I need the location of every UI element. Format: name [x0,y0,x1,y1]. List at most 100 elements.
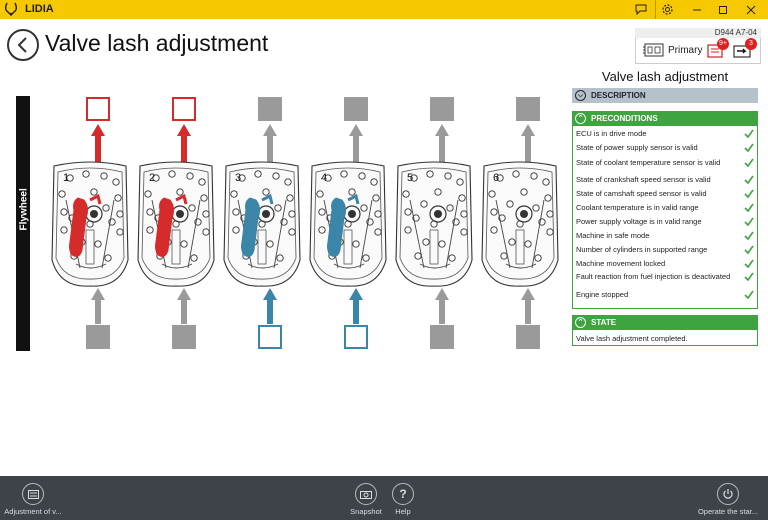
power-icon [717,483,739,505]
chevron-up-icon: ⌃ [575,113,586,124]
help-label: Help [395,507,411,516]
check-icon [744,245,754,255]
cylinder-3-exhaust-indicator [258,97,282,121]
precondition-item: Machine movement locked [576,259,756,269]
title-bar: LIDIA [0,0,768,19]
precondition-text: Power supply voltage is in valid range [576,217,702,226]
cylinder-2-intake-indicator [172,325,196,349]
snapshot-label: Snapshot [350,507,382,516]
close-icon[interactable] [740,0,762,19]
precondition-item: Power supply voltage is in valid range [576,217,756,227]
cylinder-6-exhaust-arrow [521,124,535,162]
precondition-item: Fault reaction from fuel injection is de… [576,272,756,282]
operate-starter-button[interactable]: Operate the star... [692,476,764,520]
minimize-icon[interactable] [686,0,708,19]
cylinder-4-exhaust-arrow [349,124,363,162]
check-icon [744,217,754,227]
warning-count-badge: 3 [745,38,757,50]
panel-title: Valve lash adjustment [601,69,729,84]
precondition-item: Engine stopped [576,290,756,300]
precondition-item: ECU is in drive mode [576,129,756,139]
cylinder-2-exhaust-indicator [172,97,196,121]
chevron-up-icon: ⌃ [575,317,586,328]
app-name: LIDIA [25,3,54,15]
precondition-text: State of coolant temperature sensor is v… [576,158,721,167]
cylinder-2-exhaust-arrow [177,124,191,162]
gear-icon[interactable] [655,0,679,19]
cylinder-4-number: 4 [321,172,328,184]
description-section-header[interactable]: ⌵ DESCRIPTION [572,88,758,103]
cylinder-6-intake-arrow [521,288,535,324]
help-button[interactable]: ? Help [391,476,415,520]
check-icon [744,259,754,269]
cylinder-3-intake-arrow [263,288,277,324]
back-button[interactable] [7,29,39,61]
precondition-text: Fault reaction from fuel injection is de… [576,272,731,281]
fault-count-badge: 9+ [717,38,729,50]
precondition-item: State of camshaft speed sensor is valid [576,189,756,199]
precondition-text: Engine stopped [576,290,629,299]
state-header-label: STATE [591,318,617,327]
cylinder-1-intake-indicator [86,325,110,349]
cylinder-5-intake-indicator [430,325,454,349]
precondition-text: State of crankshaft speed sensor is vali… [576,175,711,184]
cylinder-2-number: 2 [149,172,156,184]
precondition-item: State of crankshaft speed sensor is vali… [576,175,756,185]
maximize-icon[interactable] [712,0,734,19]
cylinder-1-number: 1 [63,172,70,184]
state-section-header[interactable]: ⌃ STATE [572,315,758,330]
cylinder-4-intake-indicator [344,325,368,349]
adjustment-button[interactable]: Adjustment of v... [0,476,66,520]
cylinder-5-head-diagram [395,161,473,287]
precondition-text: Machine movement locked [576,259,666,268]
cylinder-1-intake-arrow [91,288,105,324]
precondition-text: State of power supply sensor is valid [576,143,698,152]
cylinder-6-intake-indicator [516,325,540,349]
preconditions-header-label: PRECONDITIONS [591,114,658,123]
cylinder-3-head-diagram [223,161,301,287]
state-text: Valve lash adjustment completed. [572,330,758,346]
cylinder-2-head-diagram [137,161,215,287]
cylinder-3-number: 3 [235,172,242,184]
snapshot-button[interactable]: Snapshot [345,476,387,520]
check-icon [744,129,754,139]
chevron-down-icon: ⌵ [575,90,586,101]
cylinder-3-intake-indicator [258,325,282,349]
cylinder-6-number: 6 [493,172,500,184]
check-icon [744,175,754,185]
chat-icon[interactable] [630,0,652,19]
precondition-item: Coolant temperature is in valid range [576,203,756,213]
cylinder-5-exhaust-indicator [430,97,454,121]
cylinder-3-exhaust-arrow [263,124,277,162]
ecu-primary-label: Primary [668,45,703,56]
check-icon [744,158,754,168]
precondition-item: State of power supply sensor is valid [576,143,756,153]
preconditions-list: ECU is in drive mode State of power suppl… [572,126,758,309]
cylinder-1-exhaust-arrow [91,124,105,162]
description-header-label: DESCRIPTION [591,91,646,100]
flywheel-label: Flywheel [18,188,30,231]
check-icon [744,189,754,199]
cylinder-2-intake-arrow [177,288,191,324]
precondition-text: Number of cylinders in supported range [576,245,708,254]
camera-icon [355,483,377,505]
cylinder-5-intake-arrow [435,288,449,324]
check-icon [744,231,754,241]
page-title: Valve lash adjustment [45,30,269,56]
check-icon [744,143,754,153]
cylinder-6-head-diagram [481,161,559,287]
precondition-text: Machine in safe mode [576,231,650,240]
precondition-text: ECU is in drive mode [576,129,647,138]
cylinder-4-head-diagram [309,161,387,287]
precondition-text: Coolant temperature is in valid range [576,203,699,212]
cylinder-5-number: 5 [407,172,414,184]
cylinder-6-exhaust-indicator [516,97,540,121]
cylinder-4-exhaust-indicator [344,97,368,121]
cylinder-4-intake-arrow [349,288,363,324]
adjustment-label: Adjustment of v... [4,507,62,516]
document-icon [22,483,44,505]
cylinder-1-exhaust-indicator [86,97,110,121]
operate-label: Operate the star... [697,507,759,516]
bottom-toolbar: Adjustment of v... Snapshot ? Help Opera… [0,476,768,520]
preconditions-section-header[interactable]: ⌃ PRECONDITIONS [572,111,758,126]
